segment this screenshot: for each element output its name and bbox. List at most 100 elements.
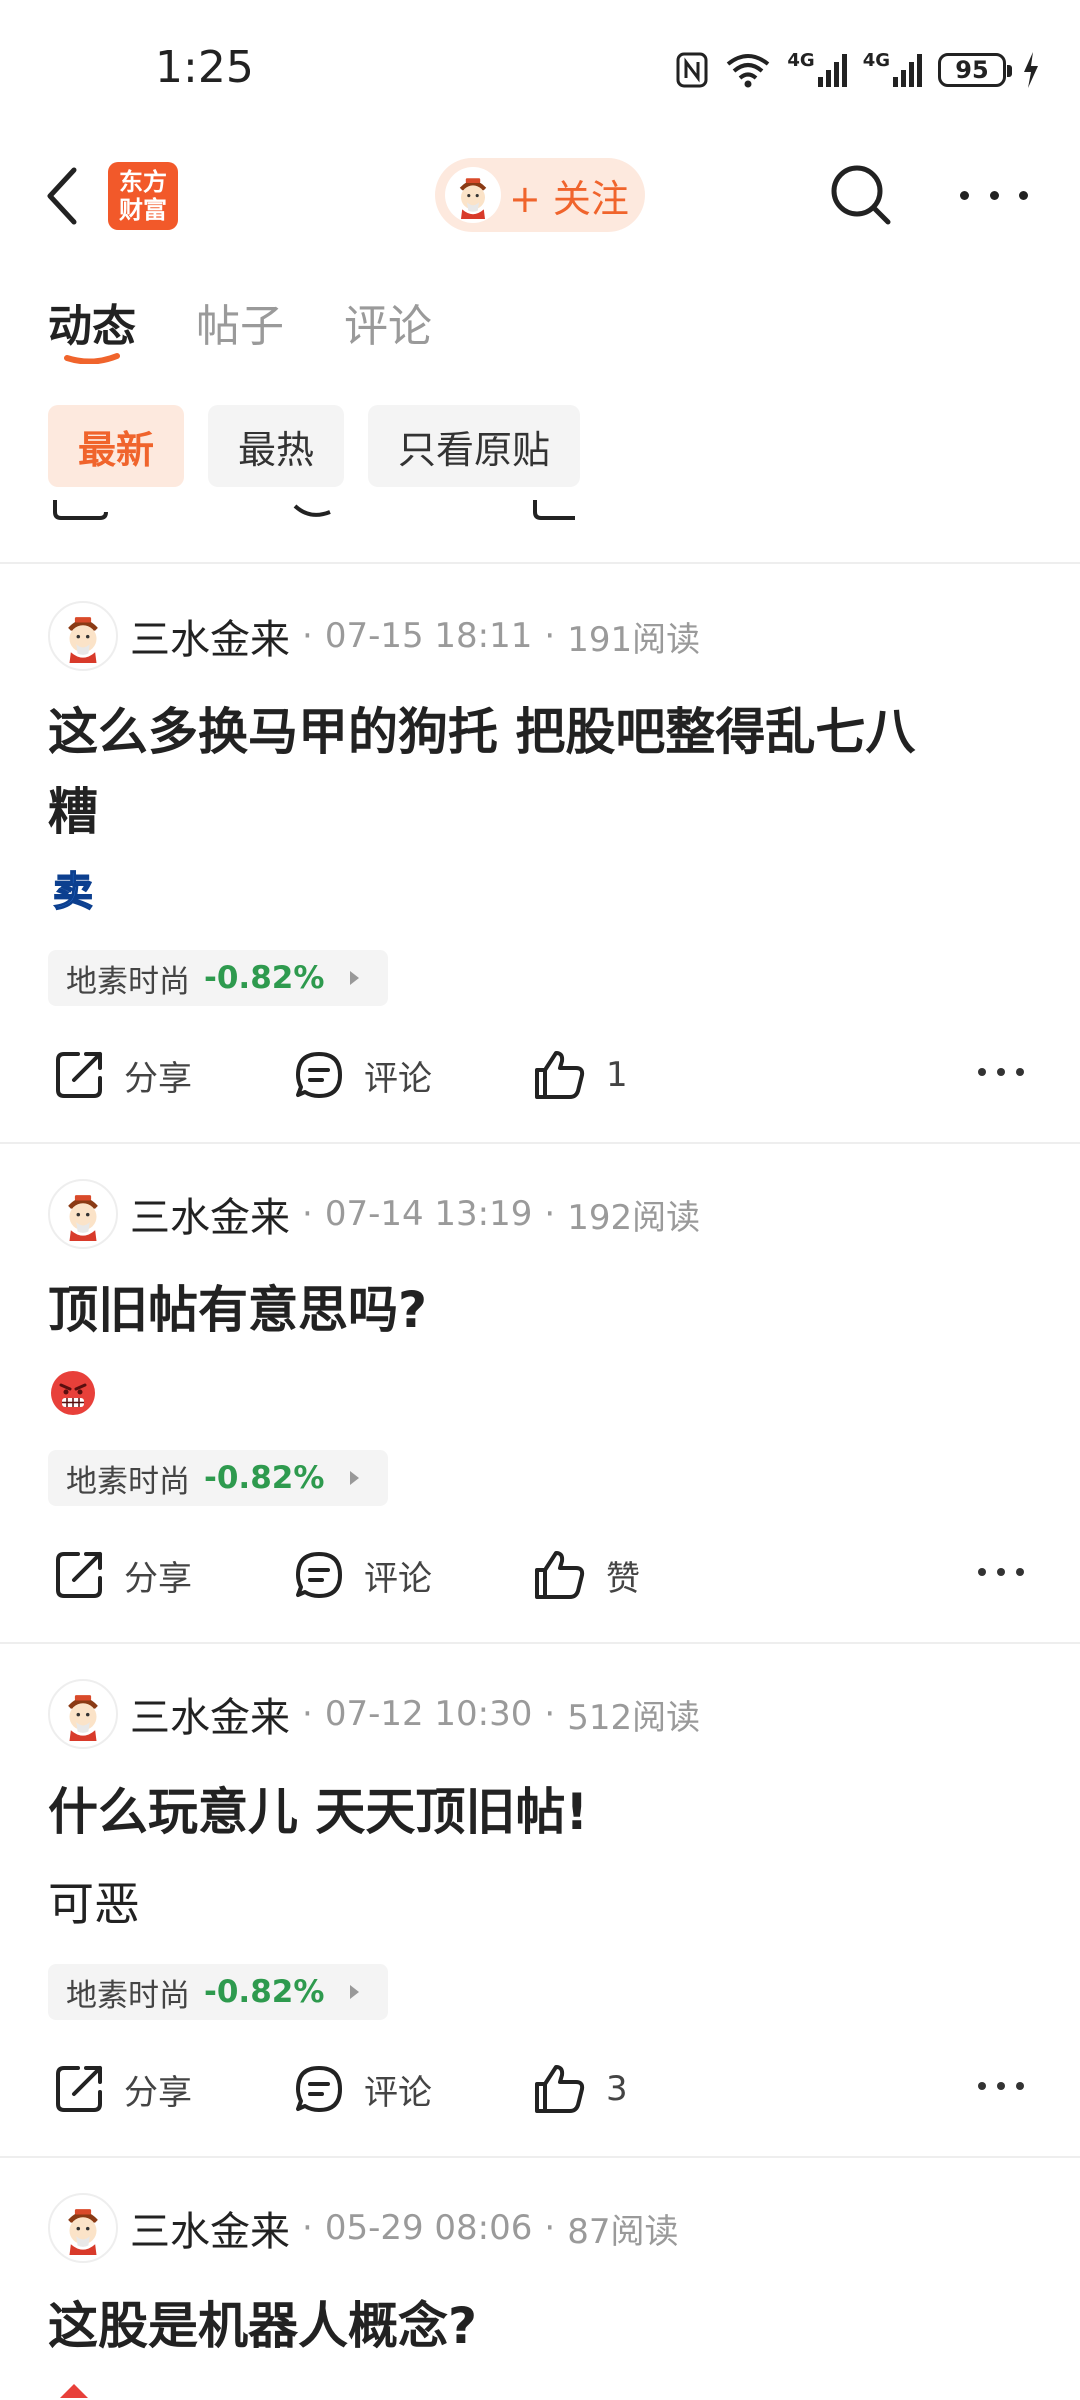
share-button[interactable]: 分享 bbox=[52, 2054, 192, 2124]
post-datetime: 07-14 13:19 bbox=[324, 1194, 533, 1234]
share-icon bbox=[56, 1052, 102, 1098]
author-name[interactable]: 三水金来 bbox=[130, 607, 290, 665]
share-button[interactable]: 分享 bbox=[52, 1540, 192, 1610]
post-card[interactable]: 三水金来 · 07-15 18:11 · 191阅读 这么多换马甲的狗托 把股吧… bbox=[0, 600, 1080, 1140]
search-icon bbox=[831, 165, 891, 225]
comment-icon bbox=[296, 2066, 342, 2112]
more-options-button[interactable] bbox=[960, 172, 1028, 218]
author-name[interactable]: 三水金来 bbox=[130, 2199, 290, 2257]
post-title-line-2: 糟 bbox=[48, 783, 98, 841]
stock-arrow-icon bbox=[350, 1985, 360, 1999]
share-icon bbox=[56, 1552, 102, 1598]
post-card[interactable]: 三水金来 · 07-14 13:19 · 192阅读 顶旧帖有意思吗? 地素时尚… bbox=[0, 1178, 1080, 1638]
post-title[interactable]: 这么多换马甲的狗托 把股吧整得乱七八 糟 bbox=[48, 692, 1038, 852]
partial-emoji-icon bbox=[54, 2382, 94, 2400]
more-dots-icon bbox=[960, 190, 969, 200]
logo-line-2: 财富 bbox=[119, 196, 167, 224]
follow-button[interactable]: + 关注 bbox=[435, 158, 645, 232]
share-icon bbox=[56, 2066, 102, 2112]
post-title-line-1: 什么玩意儿 天天顶旧帖! bbox=[48, 1783, 589, 1841]
post-title-line-1: 这股是机器人概念? bbox=[48, 2297, 478, 2355]
post-more-button[interactable] bbox=[978, 2082, 1024, 2090]
author-name[interactable]: 三水金来 bbox=[130, 1185, 290, 1243]
comment-button[interactable]: 评论 bbox=[292, 1040, 432, 1110]
post-title[interactable]: 顶旧帖有意思吗? bbox=[48, 1270, 1038, 1350]
network-type-1: 4G bbox=[787, 49, 815, 71]
comment-button[interactable]: 评论 bbox=[292, 1540, 432, 1610]
previous-post-actions-partial bbox=[0, 500, 1080, 520]
mascot-avatar-icon bbox=[56, 2201, 110, 2255]
search-button[interactable] bbox=[826, 160, 896, 230]
back-button[interactable] bbox=[40, 164, 90, 228]
author-name[interactable]: 三水金来 bbox=[130, 1685, 290, 1743]
comment-icon bbox=[296, 1552, 342, 1598]
filter-original-only[interactable]: 只看原贴 bbox=[368, 405, 581, 487]
share-button[interactable]: 分享 bbox=[52, 1040, 192, 1110]
post-card[interactable]: 三水金来 · 05-29 08:06 · 87阅读 这股是机器人概念? bbox=[0, 2192, 1080, 2400]
battery-level: 95 bbox=[955, 56, 989, 84]
nav-bar: 东方 财富 + 关注 bbox=[0, 140, 1080, 250]
comment-label: 评论 bbox=[364, 1558, 432, 1599]
post-author-row: 三水金来 · 07-12 10:30 · 512阅读 bbox=[48, 1678, 700, 1750]
post-title[interactable]: 这股是机器人概念? bbox=[48, 2286, 1038, 2366]
post-more-button[interactable] bbox=[978, 1568, 1024, 1576]
status-icons: 4G 4G 95 bbox=[675, 44, 1040, 96]
post-card[interactable]: 三水金来 · 07-12 10:30 · 512阅读 什么玩意儿 天天顶旧帖! … bbox=[0, 1678, 1080, 2148]
tab-dynamics[interactable]: 动态 bbox=[48, 290, 136, 370]
stock-change: -0.82% bbox=[204, 1460, 325, 1496]
mascot-avatar-icon bbox=[56, 1687, 110, 1741]
post-action-row: 分享 评论 赞 bbox=[0, 1540, 1080, 1610]
tab-comments-label: 评论 bbox=[344, 301, 432, 352]
tab-dynamics-label: 动态 bbox=[48, 301, 136, 352]
avatar[interactable] bbox=[48, 1679, 118, 1749]
active-tab-indicator bbox=[64, 353, 120, 364]
sell-emoji-icon: 卖 bbox=[48, 865, 98, 916]
comment-label: 评论 bbox=[364, 1058, 432, 1099]
avatar[interactable] bbox=[48, 2193, 118, 2263]
post-action-row: 分享 评论 1 bbox=[0, 1040, 1080, 1110]
post-title[interactable]: 什么玩意儿 天天顶旧帖! bbox=[48, 1772, 1038, 1852]
tab-posts-label: 帖子 bbox=[196, 301, 284, 352]
thumbs-up-icon bbox=[535, 2065, 585, 2113]
mascot-avatar-icon bbox=[449, 171, 497, 219]
stock-tag[interactable]: 地素时尚 -0.82% bbox=[48, 1450, 388, 1506]
like-label: 赞 bbox=[606, 1558, 640, 1599]
stock-tag[interactable]: 地素时尚 -0.82% bbox=[48, 1964, 388, 2020]
divider bbox=[0, 562, 1080, 564]
stock-change: -0.82% bbox=[204, 1974, 325, 2010]
filter-row: 最新 最热 只看原贴 bbox=[48, 405, 581, 487]
app-logo[interactable]: 东方 财富 bbox=[108, 162, 178, 230]
avatar[interactable] bbox=[48, 1179, 118, 1249]
battery-indicator: 95 bbox=[938, 53, 1012, 87]
post-more-button[interactable] bbox=[978, 1068, 1024, 1076]
divider bbox=[0, 1142, 1080, 1144]
tab-posts[interactable]: 帖子 bbox=[196, 290, 284, 370]
main-tabs: 动态 帖子 评论 bbox=[48, 290, 432, 380]
like-button[interactable]: 赞 bbox=[532, 1540, 640, 1610]
follow-label: + 关注 bbox=[509, 176, 629, 221]
charging-icon bbox=[1022, 51, 1040, 89]
signal-icon-2: 4G bbox=[862, 49, 922, 87]
post-datetime: 05-29 08:06 bbox=[324, 2208, 533, 2248]
divider bbox=[0, 1642, 1080, 1644]
more-dots-icon bbox=[978, 2082, 986, 2090]
stock-tag[interactable]: 地素时尚 -0.82% bbox=[48, 950, 388, 1006]
post-action-row: 分享 评论 3 bbox=[0, 2054, 1080, 2124]
post-reads: 512阅读 bbox=[567, 1697, 701, 1738]
thumbs-up-icon bbox=[535, 1051, 585, 1099]
tab-comments[interactable]: 评论 bbox=[344, 290, 432, 370]
like-button[interactable]: 1 bbox=[532, 1040, 628, 1110]
mascot-avatar-icon bbox=[56, 609, 110, 663]
network-type-2: 4G bbox=[862, 49, 890, 71]
status-time: 1:25 bbox=[155, 42, 254, 93]
post-body[interactable]: 可恶 bbox=[48, 1868, 140, 1934]
comment-button[interactable]: 评论 bbox=[292, 2054, 432, 2124]
filter-latest[interactable]: 最新 bbox=[48, 405, 185, 487]
like-button[interactable]: 3 bbox=[532, 2054, 628, 2124]
stock-name: 地素时尚 bbox=[66, 963, 190, 1000]
post-title-line-1: 这么多换马甲的狗托 把股吧整得乱七八 bbox=[48, 703, 916, 761]
filter-hottest[interactable]: 最热 bbox=[208, 405, 345, 487]
stock-arrow-icon bbox=[350, 1471, 360, 1485]
post-reads: 191阅读 bbox=[567, 619, 701, 660]
avatar[interactable] bbox=[48, 601, 118, 671]
